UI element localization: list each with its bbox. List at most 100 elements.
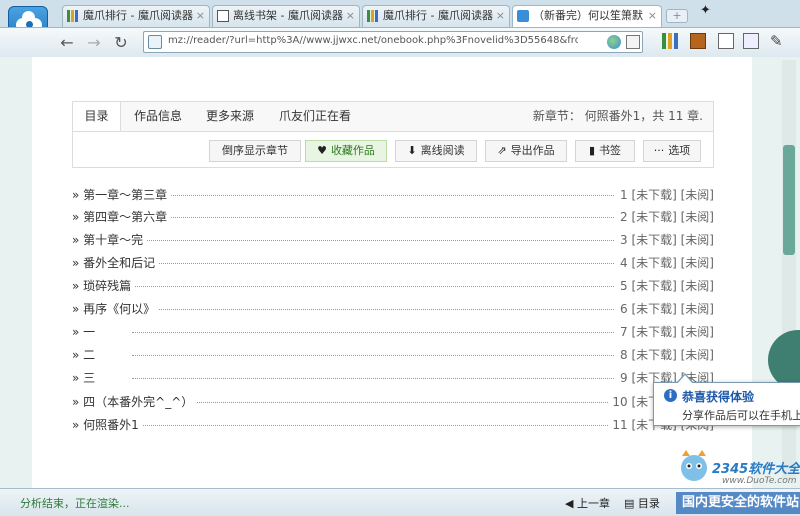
tab-close-icon[interactable]: × [196,6,205,26]
back-arrow-icon[interactable]: ← [57,33,77,53]
chapter-title[interactable]: » 何照番外1 [72,414,143,436]
chapter-meta: 4 [未下载] [未阅] [616,252,714,274]
bookmark-icon: ▮ [588,144,596,157]
chapter-row[interactable]: » 第一章～第三章 1 [未下载] [未阅] [72,184,714,206]
chapter-title[interactable]: » 第四章～第六章 [72,206,172,228]
copy-icon[interactable] [718,33,734,49]
prev-chapter-button[interactable]: ◀ 上一章 [565,495,610,511]
settings-wrench-icon[interactable]: ✎ [770,33,786,49]
reverse-order-button[interactable]: 倒序显示章节 [209,140,301,162]
button-label: 收藏作品 [330,144,375,157]
tab-friends-reading[interactable]: 爪友们正在看 [271,102,359,132]
download-arrow-icon: ⬇ [407,144,417,157]
tab-ranking-1[interactable]: 魔爪排行 - 魔爪阅读器 × [62,5,210,27]
book-tabs: 目录 作品信息 更多来源 爪友们正在看 新章节： 何照番外1，共 11 章. [72,101,714,133]
page-icon [148,35,162,49]
favorite-button[interactable]: ♥ 收藏作品 [305,140,387,162]
tab-title: 离线书架 - 魔爪阅读器 [233,9,343,22]
chapter-title[interactable]: » 二 [72,344,100,366]
export-icon: ⇗ [497,144,507,157]
list-icon: ▤ [624,497,638,510]
notification-popup[interactable]: i 恭喜获得体验 分享作品后可以在手机上 [653,373,800,426]
chapter-title[interactable]: » 第十章～完 [72,229,148,251]
watermark-brand: 2345软件大全 [712,462,800,477]
chapter-row[interactable]: » 三9 [未下载] [未阅] [72,367,714,389]
button-label: 离线阅读 [420,144,465,157]
chapter-title[interactable]: » 再序《何以》 [72,298,160,320]
tab-title: （新番完）何以笙箫默 [533,9,643,22]
chapter-row[interactable]: » 二 8 [未下载] [未阅] [72,344,714,366]
tab-title: 魔爪排行 - 魔爪阅读器 [383,9,493,22]
info-icon: i [664,389,677,402]
heart-icon: ♥ [317,144,327,157]
refresh-icon[interactable]: ↻ [111,33,131,53]
tab-novel-active[interactable]: （新番完）何以笙箫默 × [512,5,662,28]
watermark-url: www.DuoTe.com [722,476,797,486]
chapter-row[interactable]: » 何照番外111 [未下载] [未阅] [72,414,714,436]
book-toolbar: 倒序显示章节 ♥ 收藏作品 ⬇ 离线阅读 ⇗ 导出作品 ▮ 书签 ··· 选项 [72,131,714,168]
chapter-title[interactable]: » 三 [72,367,100,389]
popup-title: 恭喜获得体验 [682,390,755,404]
chapter-meta: 2 [未下载] [未阅] [616,206,714,228]
tab-ranking-2[interactable]: 魔爪排行 - 魔爪阅读器 × [362,5,510,27]
latest-chapter-info: 新章节： 何照番外1，共 11 章. [532,109,703,123]
button-label: 倒序显示章节 [222,144,288,157]
navigation-bar: ← → ↻ mz://reader/?url=http%3A//www.jjwx… [0,27,800,57]
new-tab-button[interactable]: + [666,9,688,23]
chapter-row[interactable]: » 四（本番外完^_^）10 [未下载] [未阅] [72,391,714,413]
chapter-row[interactable]: » 第四章～第六章 2 [未下载] [未阅] [72,206,714,228]
watermark-slogan: 国内更安全的软件站 [676,492,800,514]
tab-title: 魔爪排行 - 魔爪阅读器 [83,9,193,22]
toc-button[interactable]: ▤ 目录 [624,495,660,511]
tab-toc[interactable]: 目录 [73,102,121,133]
document-icon [517,10,529,22]
chapter-row[interactable]: » 第十章～完 3 [未下载] [未阅] [72,229,714,251]
offline-read-button[interactable]: ⬇ 离线阅读 [395,140,477,162]
tab-close-icon[interactable]: × [496,6,505,26]
button-label: 书签 [599,144,622,157]
reader-mode-icon[interactable] [626,35,640,49]
forward-arrow-icon[interactable]: → [84,33,104,53]
chapter-title[interactable]: » 一 [72,321,100,343]
page-view-icon[interactable] [743,33,759,49]
chapter-title[interactable]: » 四（本番外完^_^） [72,391,198,413]
bookmark-button[interactable]: ▮ 书签 [575,140,635,162]
bookshelf-icon[interactable] [690,33,706,49]
chapter-row[interactable]: » 番外全和后记 4 [未下载] [未阅] [72,252,714,274]
status-text: 分析结束，正在渲染... [20,497,130,510]
toc-label: 目录 [637,497,660,510]
chapter-meta: 6 [未下载] [未阅] [616,298,714,320]
watermark-mascot-icon [681,450,707,481]
popup-body: 分享作品后可以在手机上 [682,409,800,422]
tab-work-info[interactable]: 作品信息 [125,102,191,132]
more-icon: ··· [653,144,665,157]
download-box-icon [217,10,229,22]
chapter-row[interactable]: » 再序《何以》 6 [未下载] [未阅] [72,298,714,320]
tab-close-icon[interactable]: × [648,6,657,26]
chapter-row[interactable]: » 一 7 [未下载] [未阅] [72,321,714,343]
chapter-title[interactable]: » 第一章～第三章 [72,184,172,206]
chapter-row[interactable]: » 琐碎残篇 5 [未下载] [未阅] [72,275,714,297]
bar-chart-icon [67,10,79,22]
scrollbar-thumb[interactable] [783,145,795,255]
tab-offline-shelf[interactable]: 离线书架 - 魔爪阅读器 × [212,5,360,27]
pin-icon[interactable]: ✦ [700,3,711,18]
bar-chart-icon [367,10,379,22]
address-bar[interactable]: mz://reader/?url=http%3A//www.jjwxc.net/… [143,31,643,53]
chapter-meta: 5 [未下载] [未阅] [616,275,714,297]
chapter-meta: 3 [未下载] [未阅] [616,229,714,251]
export-button[interactable]: ⇗ 导出作品 [485,140,567,162]
chapter-title[interactable]: » 琐碎残篇 [72,275,136,297]
button-label: 选项 [668,144,691,157]
chapter-meta: 1 [未下载] [未阅] [616,184,714,206]
chapter-meta: 7 [未下载] [未阅] [616,321,714,343]
address-text[interactable]: mz://reader/?url=http%3A//www.jjwxc.net/… [168,35,578,46]
ranking-chart-icon[interactable] [662,33,678,49]
chapter-title[interactable]: » 番外全和后记 [72,252,160,274]
tab-more-sources[interactable]: 更多来源 [197,102,263,132]
options-button[interactable]: ··· 选项 [643,140,701,162]
watermark: 2345软件大全 www.DuoTe.com 国内更安全的软件站 [660,440,800,516]
chapter-meta: 8 [未下载] [未阅] [616,344,714,366]
tab-close-icon[interactable]: × [346,6,355,26]
globe-icon[interactable] [607,35,621,49]
